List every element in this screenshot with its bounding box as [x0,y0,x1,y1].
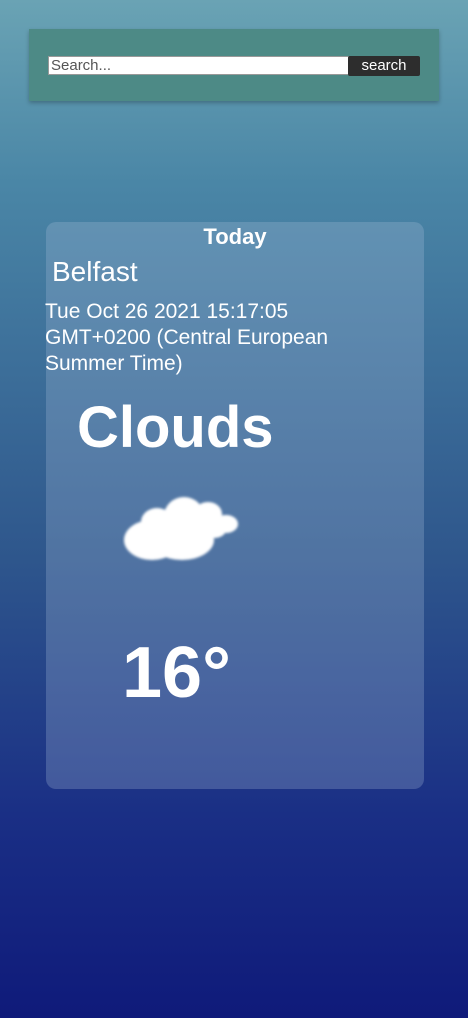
city-name: Belfast [52,256,138,287]
cloud-icon [124,497,238,560]
date-time: Tue Oct 26 2021 15:17:05 GMT+0200 (Centr… [45,300,329,375]
card-heading: Today [203,224,267,249]
temperature: 16° [122,633,231,713]
weather-card: Today Belfast Tue Oct 26 2021 15:17:05 G… [45,222,424,789]
weather-condition: Clouds [77,395,274,460]
search-bar: search [29,29,439,101]
search-input[interactable] [48,56,349,75]
search-button[interactable]: search [348,56,420,76]
